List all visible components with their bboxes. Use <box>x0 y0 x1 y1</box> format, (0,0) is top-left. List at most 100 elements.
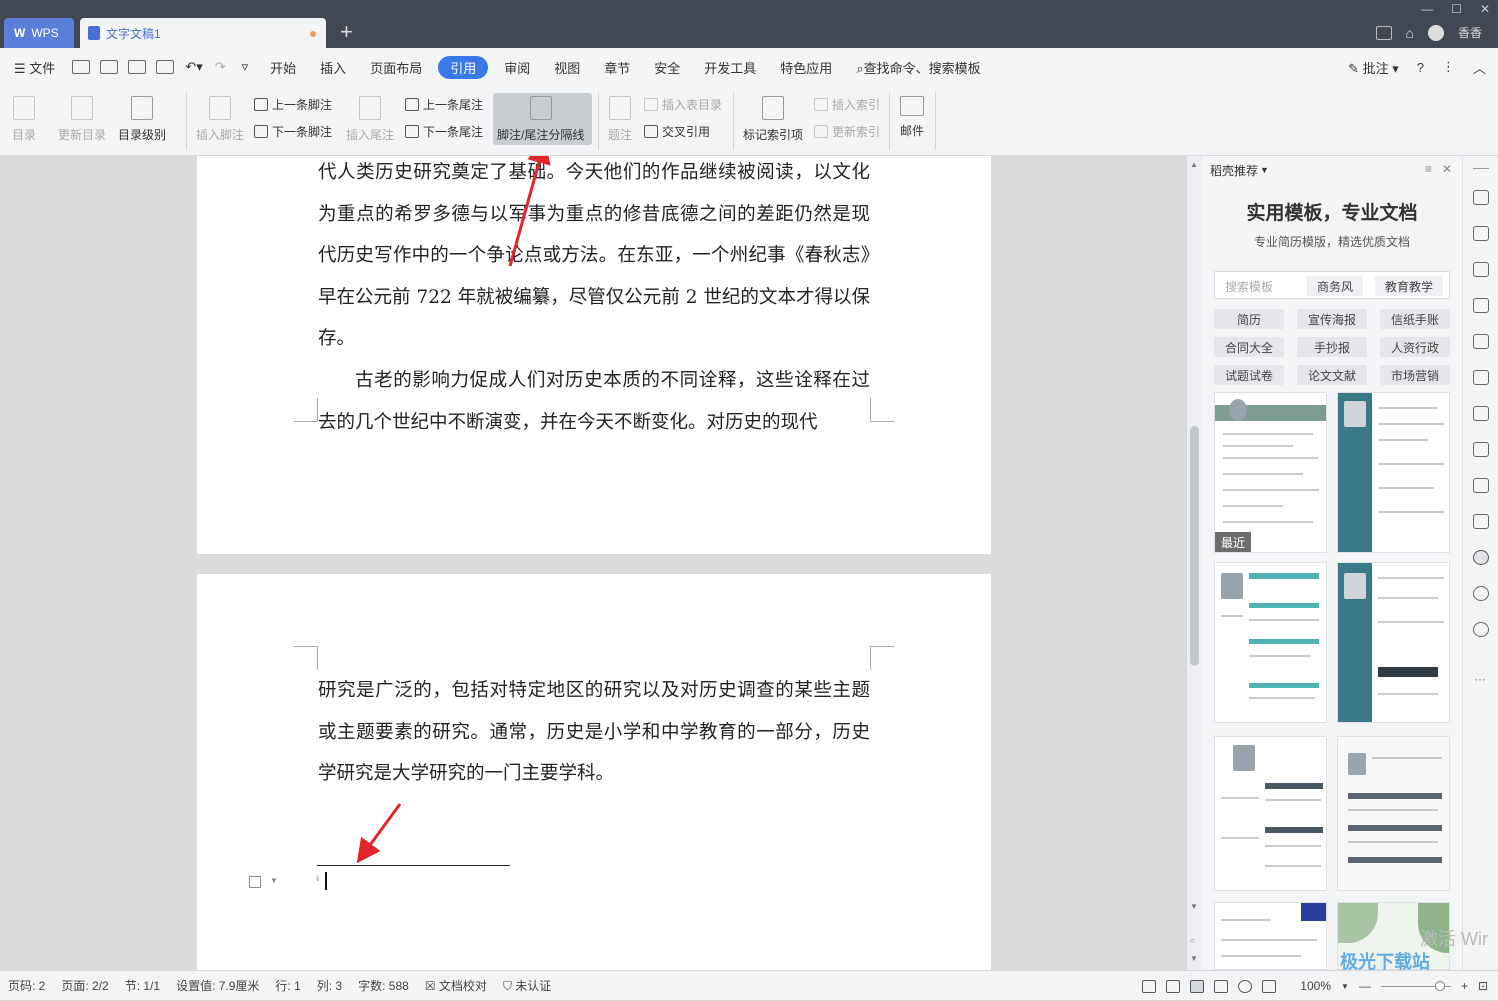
format-painter-icon[interactable] <box>100 60 119 74</box>
menu-view[interactable]: 视图 <box>542 58 592 77</box>
web-view-icon[interactable] <box>1238 979 1253 993</box>
category-chip[interactable]: 信纸手账 <box>1380 309 1450 329</box>
certification-status[interactable]: ⛉ 未认证 <box>495 977 559 994</box>
pen-icon[interactable] <box>1473 190 1489 205</box>
minimize-icon[interactable]: — <box>1421 2 1433 16</box>
history-icon[interactable] <box>1473 586 1489 601</box>
document-canvas[interactable]: 代人类历史研究奠定了基础。今天他们的作品继续被阅读，以文化为重点的希罗多德与以军… <box>0 156 1186 970</box>
menu-chapter[interactable]: 章节 <box>592 58 642 77</box>
template-thumbnail[interactable]: 最近 <box>1214 392 1327 553</box>
command-search[interactable]: ⌕查找命令、搜索模板 <box>844 58 992 77</box>
adjust-icon[interactable] <box>1473 370 1489 385</box>
collapse-ribbon-icon[interactable]: ︿ <box>1473 58 1486 77</box>
window-layout-icon[interactable] <box>1375 25 1392 40</box>
category-chip[interactable]: 宣传海报 <box>1297 309 1367 329</box>
document-tab[interactable]: 文字文稿1 <box>80 18 326 48</box>
insert-index-button[interactable]: 插入索引 <box>814 96 880 113</box>
user-name[interactable]: 香香 <box>1458 24 1482 41</box>
column-info[interactable]: 列: 3 <box>309 977 350 994</box>
menu-insert[interactable]: 插入 <box>308 58 358 77</box>
file-menu[interactable]: ☰ 文件 <box>0 58 67 77</box>
template-thumbnail[interactable] <box>1214 902 1327 970</box>
setting-value[interactable]: 设置值: 7.9厘米 <box>168 977 267 994</box>
more-icon[interactable]: ⋮ <box>1442 59 1455 75</box>
row-info[interactable]: 行: 1 <box>267 977 308 994</box>
save-icon[interactable] <box>72 60 91 74</box>
archive-icon[interactable] <box>1473 478 1489 493</box>
template-thumbnail[interactable] <box>1337 562 1450 723</box>
caption-button[interactable]: 题注 <box>608 96 632 143</box>
category-chip[interactable]: 简历 <box>1214 309 1284 329</box>
fullscreen-icon[interactable] <box>1142 979 1157 993</box>
menu-special[interactable]: 特色应用 <box>768 58 844 77</box>
close-icon[interactable]: ✕ <box>1442 162 1452 176</box>
update-index-button[interactable]: 更新索引 <box>814 123 880 140</box>
toc-button[interactable]: 目录 <box>12 96 36 143</box>
read-mode-icon[interactable] <box>1166 979 1181 993</box>
chevron-down-icon[interactable]: ▼ <box>1260 165 1269 175</box>
zoom-level[interactable]: 100% <box>1300 979 1331 993</box>
mail-button[interactable]: 邮件 <box>900 96 924 139</box>
section-info[interactable]: 节: 1/1 <box>117 977 168 994</box>
toc-level-button[interactable]: 目录级别 <box>118 96 166 143</box>
category-chip[interactable]: 手抄报 <box>1297 337 1367 357</box>
skin-icon[interactable]: ⌂ <box>1406 25 1414 41</box>
mark-index-button[interactable]: 标记索引项 <box>743 96 803 143</box>
category-chip[interactable]: 合同大全 <box>1214 337 1284 357</box>
next-page-icon[interactable]: ▼ <box>1190 954 1198 963</box>
insert-endnote-button[interactable]: 插入尾注 <box>346 96 394 143</box>
template-search[interactable]: 搜索模板 商务风 教育教学 <box>1214 271 1450 299</box>
translate-icon[interactable] <box>1473 442 1489 457</box>
template-recommend-icon[interactable] <box>1473 550 1489 565</box>
scroll-thumb[interactable] <box>1190 426 1199 666</box>
zoom-in-icon[interactable]: + <box>1461 979 1468 993</box>
fit-icon[interactable]: ⊡ <box>1478 979 1488 993</box>
template-thumbnail[interactable] <box>1337 392 1450 553</box>
template-thumbnail[interactable] <box>1214 562 1327 723</box>
table-icon[interactable] <box>1473 334 1489 349</box>
category-chip[interactable]: 人资行政 <box>1380 337 1450 357</box>
location-icon[interactable] <box>1473 622 1489 637</box>
print-icon[interactable] <box>128 60 147 74</box>
panel-menu-icon[interactable]: ≡ <box>1425 162 1432 176</box>
maximize-icon[interactable]: ☐ <box>1451 2 1462 16</box>
prev-page-icon[interactable]: ○ <box>1190 936 1195 945</box>
redo-icon[interactable]: ↷ <box>215 59 226 75</box>
more-quick-icon[interactable]: ▿ <box>242 59 249 75</box>
close-icon[interactable]: ✕ <box>1480 2 1490 16</box>
zoom-slider[interactable] <box>1380 980 1451 991</box>
search-tag[interactable]: 商务风 <box>1307 276 1363 296</box>
category-chip[interactable]: 论文文献 <box>1297 365 1367 385</box>
chevron-down-icon[interactable]: ▼ <box>1341 982 1349 991</box>
page-count[interactable]: 页面: 2/2 <box>53 977 116 994</box>
insert-footnote-button[interactable]: 插入脚注 <box>196 96 244 143</box>
page-number[interactable]: 页码: 2 <box>0 977 53 994</box>
avatar[interactable] <box>1427 24 1444 41</box>
shapes-icon[interactable] <box>1473 262 1489 277</box>
new-tab-button[interactable]: + <box>340 18 353 46</box>
category-chip[interactable]: 市场营销 <box>1380 365 1450 385</box>
proofread-button[interactable]: ☒ 文档校对 <box>417 977 495 994</box>
panel-title[interactable]: 稻壳推荐 <box>1210 162 1258 179</box>
update-toc-button[interactable]: 更新目录 <box>58 96 106 143</box>
menu-reference[interactable]: 引用 <box>438 55 489 79</box>
outline-view-icon[interactable] <box>1214 979 1229 993</box>
picture-library-icon[interactable] <box>1473 406 1489 421</box>
menu-start[interactable]: 开始 <box>258 58 308 77</box>
zoom-out-icon[interactable]: — <box>1359 979 1371 993</box>
vertical-scrollbar[interactable]: ▲ ▼ ○ ▼ <box>1186 156 1202 970</box>
zoom-slider-knob[interactable] <box>1434 980 1445 991</box>
image-icon[interactable] <box>1473 514 1489 529</box>
scroll-up-icon[interactable]: ▲ <box>1190 160 1198 169</box>
menu-developer[interactable]: 开发工具 <box>692 58 768 77</box>
footnote-separator-button[interactable]: 脚注/尾注分隔线 <box>497 96 584 143</box>
help-icon[interactable]: ? <box>1417 60 1424 75</box>
more-icon[interactable]: ··· <box>1474 672 1486 686</box>
insert-table-of-figures-button[interactable]: 插入表目录 <box>644 96 722 113</box>
next-endnote-button[interactable]: 下一条尾注 <box>405 123 483 140</box>
eye-protection-icon[interactable] <box>1262 979 1277 993</box>
select-icon[interactable] <box>1473 226 1489 241</box>
template-thumbnail[interactable] <box>1337 736 1450 891</box>
page-view-icon[interactable] <box>1190 979 1205 993</box>
category-chip[interactable]: 试题试卷 <box>1214 365 1284 385</box>
